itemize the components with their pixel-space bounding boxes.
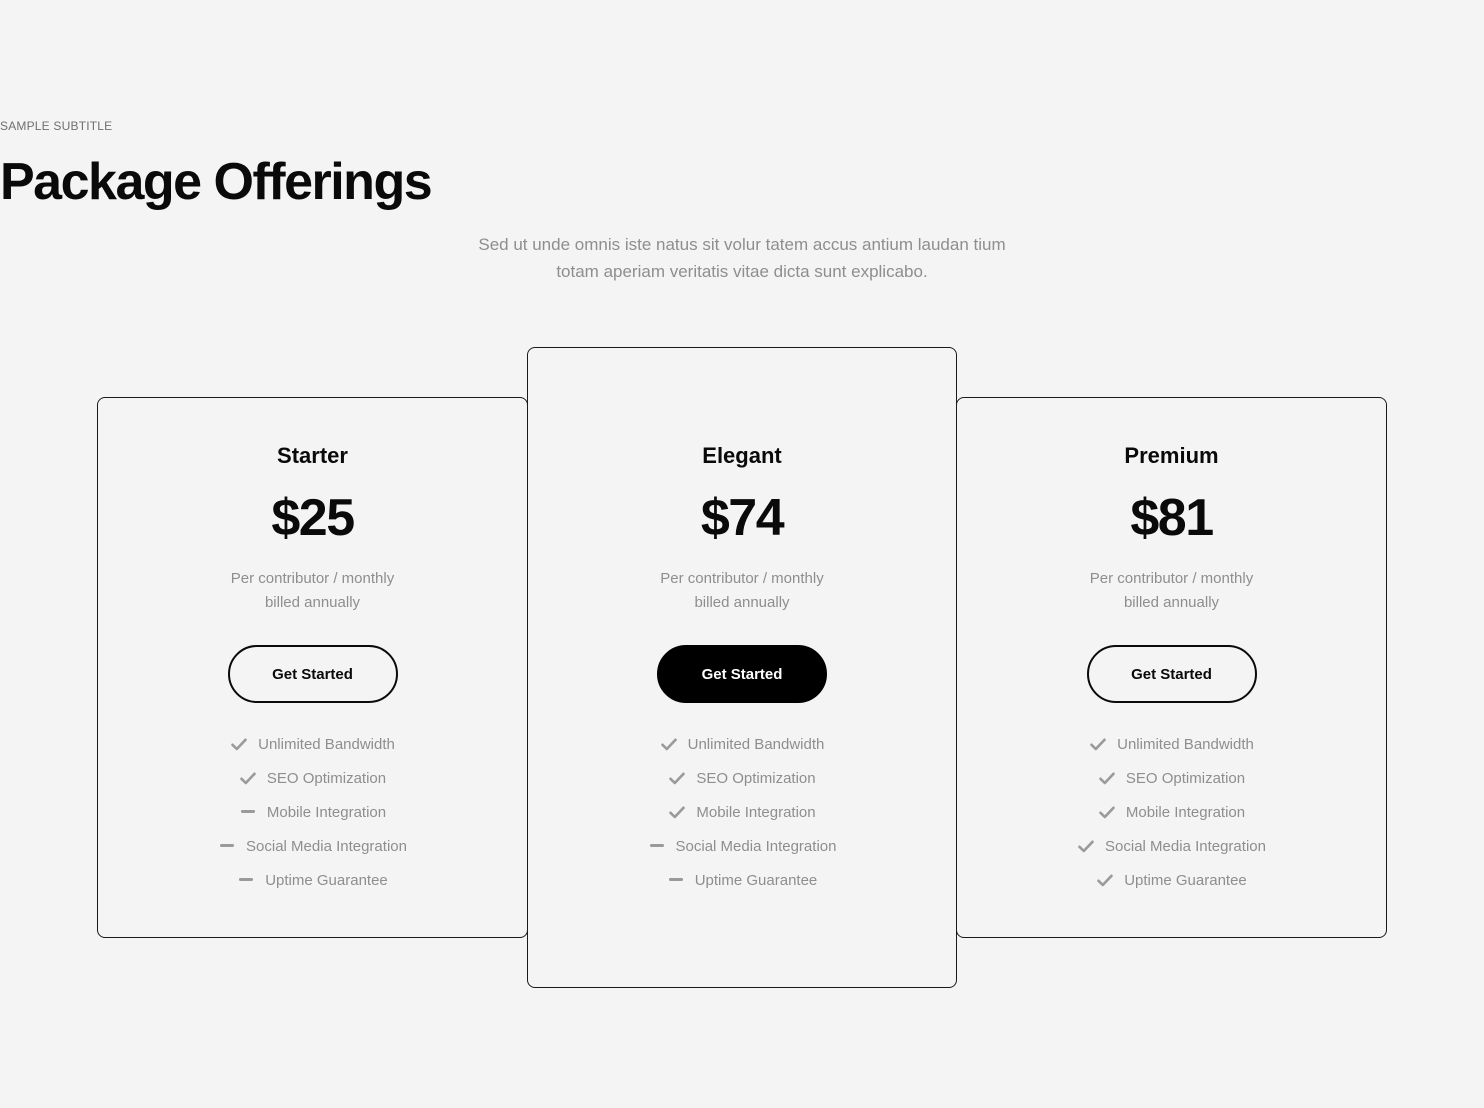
plan-name: Starter [277, 443, 348, 468]
billing-line-1: Per contributor / monthly [1089, 570, 1254, 587]
check-icon [1098, 769, 1116, 787]
feature-label: Uptime Guarantee [1124, 871, 1247, 889]
get-started-button[interactable]: Get Started [657, 645, 827, 703]
plan-billing: Per contributor / monthly billed annuall… [98, 567, 527, 615]
billing-line-1: Per contributor / monthly [660, 570, 824, 587]
check-icon [1096, 871, 1114, 889]
feature-label: Unlimited Bandwidth [258, 735, 395, 753]
dash-icon [648, 837, 666, 855]
feature-label: Social Media Integration [675, 837, 837, 855]
plan-billing: Per contributor / monthly billed annuall… [957, 567, 1386, 615]
section-subtitle: SAMPLE SUBTITLE [0, 119, 113, 133]
feature-list: Unlimited Bandwidth SEO Optimization Mobil… [98, 727, 527, 897]
feature-item: Unlimited Bandwidth [528, 727, 956, 761]
check-icon [668, 769, 686, 787]
feature-item: Unlimited Bandwidth [98, 727, 527, 761]
feature-label: SEO Optimization [1125, 769, 1246, 787]
get-started-button[interactable]: Get Started [1086, 645, 1257, 703]
plan-price: $74 [700, 489, 785, 547]
feature-item: SEO Optimization [957, 761, 1386, 795]
check-icon [1089, 735, 1107, 753]
section-description: Sed ut unde omnis iste natus sit volur t… [442, 231, 1042, 285]
plan-card-premium: Premium $81 Per contributor / monthly bi… [956, 397, 1387, 938]
plan-card-starter: Starter $25 Per contributor / monthly bi… [97, 397, 528, 938]
feature-item: Uptime Guarantee [957, 863, 1386, 897]
feature-label: Uptime Guarantee [265, 871, 388, 889]
plan-card-elegant: Elegant $74 Per contributor / monthly bi… [527, 347, 957, 988]
dash-icon [239, 803, 257, 821]
feature-item: Unlimited Bandwidth [957, 727, 1386, 761]
dash-icon [218, 837, 236, 855]
feature-label: SEO Optimization [266, 769, 387, 787]
plan-price: $81 [1130, 489, 1214, 547]
plan-price: $25 [271, 489, 355, 547]
plan-name: Premium [1124, 443, 1219, 468]
feature-item: Uptime Guarantee [98, 863, 527, 897]
check-icon [239, 769, 257, 787]
feature-list: Unlimited Bandwidth SEO Optimization Mobil… [528, 727, 956, 897]
feature-list: Unlimited Bandwidth SEO Optimization Mobil… [957, 727, 1386, 897]
feature-label: Mobile Integration [266, 803, 387, 821]
feature-item: Uptime Guarantee [528, 863, 956, 897]
page-title: Package Offerings [0, 153, 433, 211]
feature-label: Mobile Integration [696, 803, 816, 821]
feature-item: Mobile Integration [528, 795, 956, 829]
get-started-button[interactable]: Get Started [227, 645, 398, 703]
feature-item: Social Media Integration [98, 829, 527, 863]
feature-item: SEO Optimization [528, 761, 956, 795]
feature-label: Unlimited Bandwidth [1117, 735, 1254, 753]
feature-item: Social Media Integration [957, 829, 1386, 863]
billing-line-1: Per contributor / monthly [230, 570, 395, 587]
billing-line-2: billed annually [1123, 594, 1220, 611]
check-icon [230, 735, 248, 753]
check-icon [668, 803, 686, 821]
plan-billing: Per contributor / monthly billed annuall… [528, 567, 956, 615]
feature-label: Uptime Guarantee [694, 871, 818, 889]
feature-label: Social Media Integration [246, 837, 407, 855]
feature-item: SEO Optimization [98, 761, 527, 795]
feature-item: Mobile Integration [957, 795, 1386, 829]
feature-label: SEO Optimization [696, 769, 816, 787]
plan-name: Elegant [702, 443, 782, 468]
billing-line-2: billed annually [264, 594, 361, 611]
feature-item: Mobile Integration [98, 795, 527, 829]
check-icon [660, 735, 678, 753]
feature-item: Social Media Integration [528, 829, 956, 863]
check-icon [1098, 803, 1116, 821]
billing-line-2: billed annually [694, 594, 790, 611]
feature-label: Mobile Integration [1125, 803, 1246, 821]
dash-icon [667, 871, 685, 889]
feature-label: Social Media Integration [1105, 837, 1266, 855]
feature-label: Unlimited Bandwidth [687, 735, 825, 753]
description-line-1: Sed ut unde omnis iste natus sit volur t… [478, 235, 1006, 254]
dash-icon [237, 871, 255, 889]
description-line-2: totam aperiam veritatis vitae dicta sunt… [556, 262, 928, 281]
check-icon [1077, 837, 1095, 855]
